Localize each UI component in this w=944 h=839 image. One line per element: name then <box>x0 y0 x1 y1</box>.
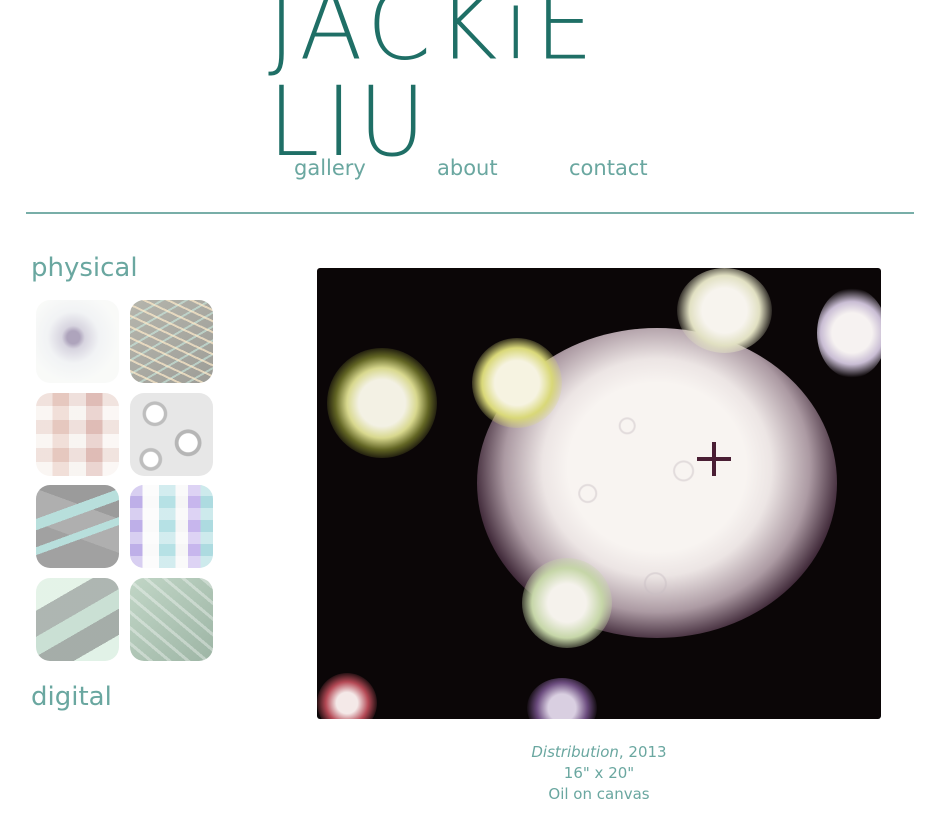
painting-bottom-orb <box>522 558 612 648</box>
site-logo[interactable]: JACKiE LIU <box>268 0 672 178</box>
header-divider <box>26 212 914 214</box>
artwork-year: , 2013 <box>618 743 667 761</box>
thumbnail-physical-4[interactable] <box>130 393 213 476</box>
logo-text: JACKiE LIU <box>268 0 600 178</box>
caption-title-line: Distribution, 2013 <box>317 742 881 763</box>
painting-top-orb <box>677 268 772 353</box>
thumbnail-physical-5[interactable] <box>36 485 119 568</box>
site-header: JACKiE LIU gallery about contact <box>0 0 944 215</box>
artwork-medium: Oil on canvas <box>548 785 650 803</box>
artwork-image[interactable] <box>317 268 881 719</box>
nav-contact[interactable]: contact <box>569 156 648 180</box>
artwork-caption: Distribution, 2013 16" x 20" Oil on canv… <box>317 742 881 805</box>
nav-gallery[interactable]: gallery <box>294 156 366 180</box>
painting-purple-orb <box>527 678 597 719</box>
artwork-size: 16" x 20" <box>563 764 635 782</box>
thumbnail-physical-6[interactable] <box>130 485 213 568</box>
artwork-title: Distribution <box>531 743 619 761</box>
painting-red-orb <box>317 673 377 719</box>
thumbnail-physical-3[interactable] <box>36 393 119 476</box>
thumbnail-physical-8[interactable] <box>130 578 213 661</box>
painting-cross-mark <box>697 442 731 476</box>
painting-top-right-orbs <box>817 288 881 378</box>
painting-yellow-orb <box>472 338 562 428</box>
sidebar-heading-digital[interactable]: digital <box>31 682 112 712</box>
main-nav: gallery about contact <box>0 156 944 186</box>
sidebar-heading-physical[interactable]: physical <box>31 253 138 283</box>
thumbnail-physical-1[interactable] <box>36 300 119 383</box>
thumbnail-physical-7[interactable] <box>36 578 119 661</box>
nav-about[interactable]: about <box>437 156 498 180</box>
painting-left-cluster <box>327 348 437 458</box>
thumbnail-physical-2[interactable] <box>130 300 213 383</box>
